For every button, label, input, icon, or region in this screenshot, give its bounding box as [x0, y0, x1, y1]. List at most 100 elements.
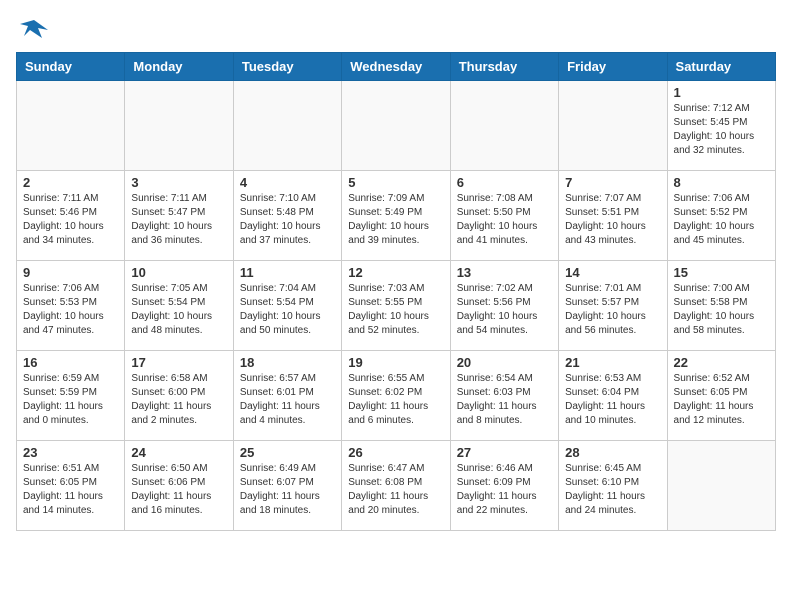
- logo: [16, 16, 48, 44]
- calendar-header-row: SundayMondayTuesdayWednesdayThursdayFrid…: [17, 53, 776, 81]
- week-row-3: 9 Sunrise: 7:06 AM Sunset: 5:53 PM Daylig…: [17, 261, 776, 351]
- calendar-cell: [233, 81, 341, 171]
- day-info: Sunrise: 7:09 AM Sunset: 5:49 PM Dayligh…: [348, 192, 443, 248]
- day-number: 6: [457, 175, 552, 190]
- day-number: 1: [674, 85, 769, 100]
- calendar-cell: 22 Sunrise: 6:52 AM Sunset: 6:05 PM Dayli…: [667, 351, 775, 441]
- day-info: Sunrise: 7:06 AM Sunset: 5:52 PM Dayligh…: [674, 192, 769, 248]
- day-info: Sunrise: 7:08 AM Sunset: 5:50 PM Dayligh…: [457, 192, 552, 248]
- calendar-cell: 8Sunrise: 7:06 AM Sunset: 5:52 PM Daylig…: [667, 171, 775, 261]
- calendar-cell: 21 Sunrise: 6:53 AM Sunset: 6:04 PM Dayli…: [559, 351, 667, 441]
- day-info: Sunrise: 7:01 AM Sunset: 5:57 PM Dayligh…: [565, 282, 660, 338]
- calendar-cell: 26Sunrise: 6:47 AM Sunset: 6:08 PM Dayli…: [342, 441, 450, 531]
- column-header-saturday: Saturday: [667, 53, 775, 81]
- day-number: 24: [131, 445, 226, 460]
- day-info: Sunrise: 6:45 AM Sunset: 6:10 PM Dayligh…: [565, 462, 660, 518]
- day-info: Sunrise: 6:52 AM Sunset: 6:05 PM Dayligh…: [674, 372, 769, 428]
- day-info: Sunrise: 6:54 AM Sunset: 6:03 PM Dayligh…: [457, 372, 552, 428]
- day-number: 13: [457, 265, 552, 280]
- calendar-cell: 7 Sunrise: 7:07 AM Sunset: 5:51 PM Daylig…: [559, 171, 667, 261]
- day-number: 16: [23, 355, 118, 370]
- column-header-friday: Friday: [559, 53, 667, 81]
- calendar-cell: 14 Sunrise: 7:01 AM Sunset: 5:57 PM Dayli…: [559, 261, 667, 351]
- calendar-cell: 18 Sunrise: 6:57 AM Sunset: 6:01 PM Dayli…: [233, 351, 341, 441]
- column-header-sunday: Sunday: [17, 53, 125, 81]
- calendar-cell: 20 Sunrise: 6:54 AM Sunset: 6:03 PM Dayli…: [450, 351, 558, 441]
- day-info: Sunrise: 6:53 AM Sunset: 6:04 PM Dayligh…: [565, 372, 660, 428]
- day-number: 17: [131, 355, 226, 370]
- calendar-cell: [667, 441, 775, 531]
- day-number: 12: [348, 265, 443, 280]
- day-info: Sunrise: 7:06 AM Sunset: 5:53 PM Dayligh…: [23, 282, 118, 338]
- column-header-tuesday: Tuesday: [233, 53, 341, 81]
- day-number: 23: [23, 445, 118, 460]
- day-number: 25: [240, 445, 335, 460]
- day-info: Sunrise: 7:04 AM Sunset: 5:54 PM Dayligh…: [240, 282, 335, 338]
- day-number: 21: [565, 355, 660, 370]
- day-info: Sunrise: 7:03 AM Sunset: 5:55 PM Dayligh…: [348, 282, 443, 338]
- calendar-cell: 9 Sunrise: 7:06 AM Sunset: 5:53 PM Daylig…: [17, 261, 125, 351]
- calendar-cell: 13 Sunrise: 7:02 AM Sunset: 5:56 PM Dayli…: [450, 261, 558, 351]
- calendar-cell: 24Sunrise: 6:50 AM Sunset: 6:06 PM Dayli…: [125, 441, 233, 531]
- calendar-cell: 19 Sunrise: 6:55 AM Sunset: 6:02 PM Dayli…: [342, 351, 450, 441]
- calendar-cell: 15Sunrise: 7:00 AM Sunset: 5:58 PM Dayli…: [667, 261, 775, 351]
- day-info: Sunrise: 6:58 AM Sunset: 6:00 PM Dayligh…: [131, 372, 226, 428]
- logo-bird-icon: [20, 16, 48, 44]
- day-info: Sunrise: 7:05 AM Sunset: 5:54 PM Dayligh…: [131, 282, 226, 338]
- day-info: Sunrise: 6:57 AM Sunset: 6:01 PM Dayligh…: [240, 372, 335, 428]
- calendar-cell: 25 Sunrise: 6:49 AM Sunset: 6:07 PM Dayli…: [233, 441, 341, 531]
- week-row-2: 2 Sunrise: 7:11 AM Sunset: 5:46 PM Daylig…: [17, 171, 776, 261]
- day-number: 18: [240, 355, 335, 370]
- day-number: 7: [565, 175, 660, 190]
- calendar-cell: 1 Sunrise: 7:12 AM Sunset: 5:45 PM Daylig…: [667, 81, 775, 171]
- day-info: Sunrise: 6:49 AM Sunset: 6:07 PM Dayligh…: [240, 462, 335, 518]
- day-number: 19: [348, 355, 443, 370]
- day-info: Sunrise: 6:59 AM Sunset: 5:59 PM Dayligh…: [23, 372, 118, 428]
- day-info: Sunrise: 7:10 AM Sunset: 5:48 PM Dayligh…: [240, 192, 335, 248]
- calendar-cell: 2 Sunrise: 7:11 AM Sunset: 5:46 PM Daylig…: [17, 171, 125, 261]
- day-number: 15: [674, 265, 769, 280]
- page-header: [16, 16, 776, 44]
- day-info: Sunrise: 7:12 AM Sunset: 5:45 PM Dayligh…: [674, 102, 769, 158]
- calendar-cell: [559, 81, 667, 171]
- day-info: Sunrise: 7:11 AM Sunset: 5:46 PM Dayligh…: [23, 192, 118, 248]
- calendar-cell: 5 Sunrise: 7:09 AM Sunset: 5:49 PM Daylig…: [342, 171, 450, 261]
- calendar-cell: 27 Sunrise: 6:46 AM Sunset: 6:09 PM Dayli…: [450, 441, 558, 531]
- week-row-5: 23 Sunrise: 6:51 AM Sunset: 6:05 PM Dayli…: [17, 441, 776, 531]
- calendar-cell: 11 Sunrise: 7:04 AM Sunset: 5:54 PM Dayli…: [233, 261, 341, 351]
- day-number: 9: [23, 265, 118, 280]
- week-row-4: 16 Sunrise: 6:59 AM Sunset: 5:59 PM Dayli…: [17, 351, 776, 441]
- calendar-cell: 16 Sunrise: 6:59 AM Sunset: 5:59 PM Dayli…: [17, 351, 125, 441]
- day-info: Sunrise: 7:07 AM Sunset: 5:51 PM Dayligh…: [565, 192, 660, 248]
- calendar-cell: 3Sunrise: 7:11 AM Sunset: 5:47 PM Daylig…: [125, 171, 233, 261]
- day-number: 3: [131, 175, 226, 190]
- day-number: 2: [23, 175, 118, 190]
- calendar-cell: 12 Sunrise: 7:03 AM Sunset: 5:55 PM Dayli…: [342, 261, 450, 351]
- day-info: Sunrise: 7:02 AM Sunset: 5:56 PM Dayligh…: [457, 282, 552, 338]
- day-number: 4: [240, 175, 335, 190]
- calendar-cell: [17, 81, 125, 171]
- day-number: 26: [348, 445, 443, 460]
- day-number: 28: [565, 445, 660, 460]
- week-row-1: 1 Sunrise: 7:12 AM Sunset: 5:45 PM Daylig…: [17, 81, 776, 171]
- day-info: Sunrise: 6:51 AM Sunset: 6:05 PM Dayligh…: [23, 462, 118, 518]
- calendar-cell: [450, 81, 558, 171]
- column-header-monday: Monday: [125, 53, 233, 81]
- calendar-cell: [342, 81, 450, 171]
- day-number: 11: [240, 265, 335, 280]
- calendar-cell: [125, 81, 233, 171]
- day-number: 20: [457, 355, 552, 370]
- column-header-wednesday: Wednesday: [342, 53, 450, 81]
- day-info: Sunrise: 6:46 AM Sunset: 6:09 PM Dayligh…: [457, 462, 552, 518]
- calendar-cell: 23 Sunrise: 6:51 AM Sunset: 6:05 PM Dayli…: [17, 441, 125, 531]
- day-number: 22: [674, 355, 769, 370]
- day-number: 27: [457, 445, 552, 460]
- column-header-thursday: Thursday: [450, 53, 558, 81]
- calendar-cell: 17 Sunrise: 6:58 AM Sunset: 6:00 PM Dayli…: [125, 351, 233, 441]
- day-info: Sunrise: 6:55 AM Sunset: 6:02 PM Dayligh…: [348, 372, 443, 428]
- day-number: 5: [348, 175, 443, 190]
- day-number: 10: [131, 265, 226, 280]
- calendar-cell: 6 Sunrise: 7:08 AM Sunset: 5:50 PM Daylig…: [450, 171, 558, 261]
- day-number: 14: [565, 265, 660, 280]
- calendar-cell: 4 Sunrise: 7:10 AM Sunset: 5:48 PM Daylig…: [233, 171, 341, 261]
